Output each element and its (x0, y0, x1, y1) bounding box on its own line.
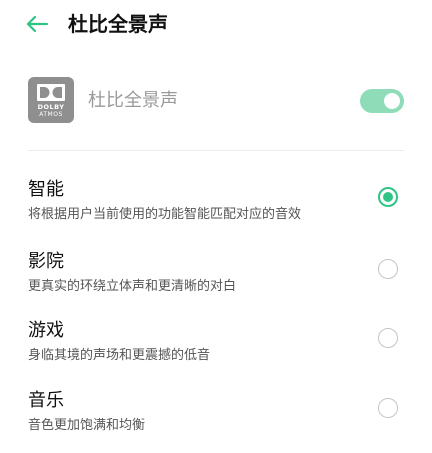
arrow-left-icon (26, 15, 49, 33)
option-game[interactable]: 游戏 身临其境的声场和更震撼的低音 (0, 319, 432, 383)
dolby-atmos-master-row: DOLBY ATMOS 杜比全景声 (0, 72, 432, 138)
header-bar: 杜比全景声 (0, 0, 432, 48)
dolby-atmos-label: 杜比全景声 (88, 90, 178, 111)
option-cinema[interactable]: 影院 更真实的环绕立体声和更清晰的对白 (0, 250, 432, 314)
option-description: 身临其境的声场和更震撼的低音 (28, 348, 211, 363)
dolby-atmos-toggle[interactable] (360, 89, 404, 113)
divider (28, 150, 404, 151)
option-title: 影院 (28, 251, 64, 272)
option-description: 将根据用户当前使用的功能智能匹配对应的音效 (28, 207, 302, 222)
option-description: 音色更加饱满和均衡 (28, 418, 146, 433)
dolby-logo-word: DOLBY (37, 103, 65, 111)
page-title: 杜比全景声 (68, 12, 168, 36)
radio-button[interactable] (378, 259, 398, 279)
radio-button[interactable] (378, 398, 398, 418)
option-title: 智能 (28, 179, 64, 200)
option-title: 音乐 (28, 390, 64, 411)
radio-dot-icon (383, 192, 393, 202)
radio-button-checked[interactable] (378, 187, 398, 207)
dolby-logo-sub: ATMOS (39, 111, 63, 118)
dolby-double-d-icon (37, 84, 65, 101)
toggle-knob (384, 93, 400, 109)
option-description: 更真实的环绕立体声和更清晰的对白 (28, 279, 237, 294)
radio-button[interactable] (378, 328, 398, 348)
dolby-atmos-logo: DOLBY ATMOS (28, 77, 74, 123)
option-smart[interactable]: 智能 将根据用户当前使用的功能智能匹配对应的音效 (0, 178, 432, 242)
option-music[interactable]: 音乐 音色更加饱满和均衡 (0, 389, 432, 453)
back-button[interactable] (24, 10, 52, 38)
option-title: 游戏 (28, 320, 64, 341)
